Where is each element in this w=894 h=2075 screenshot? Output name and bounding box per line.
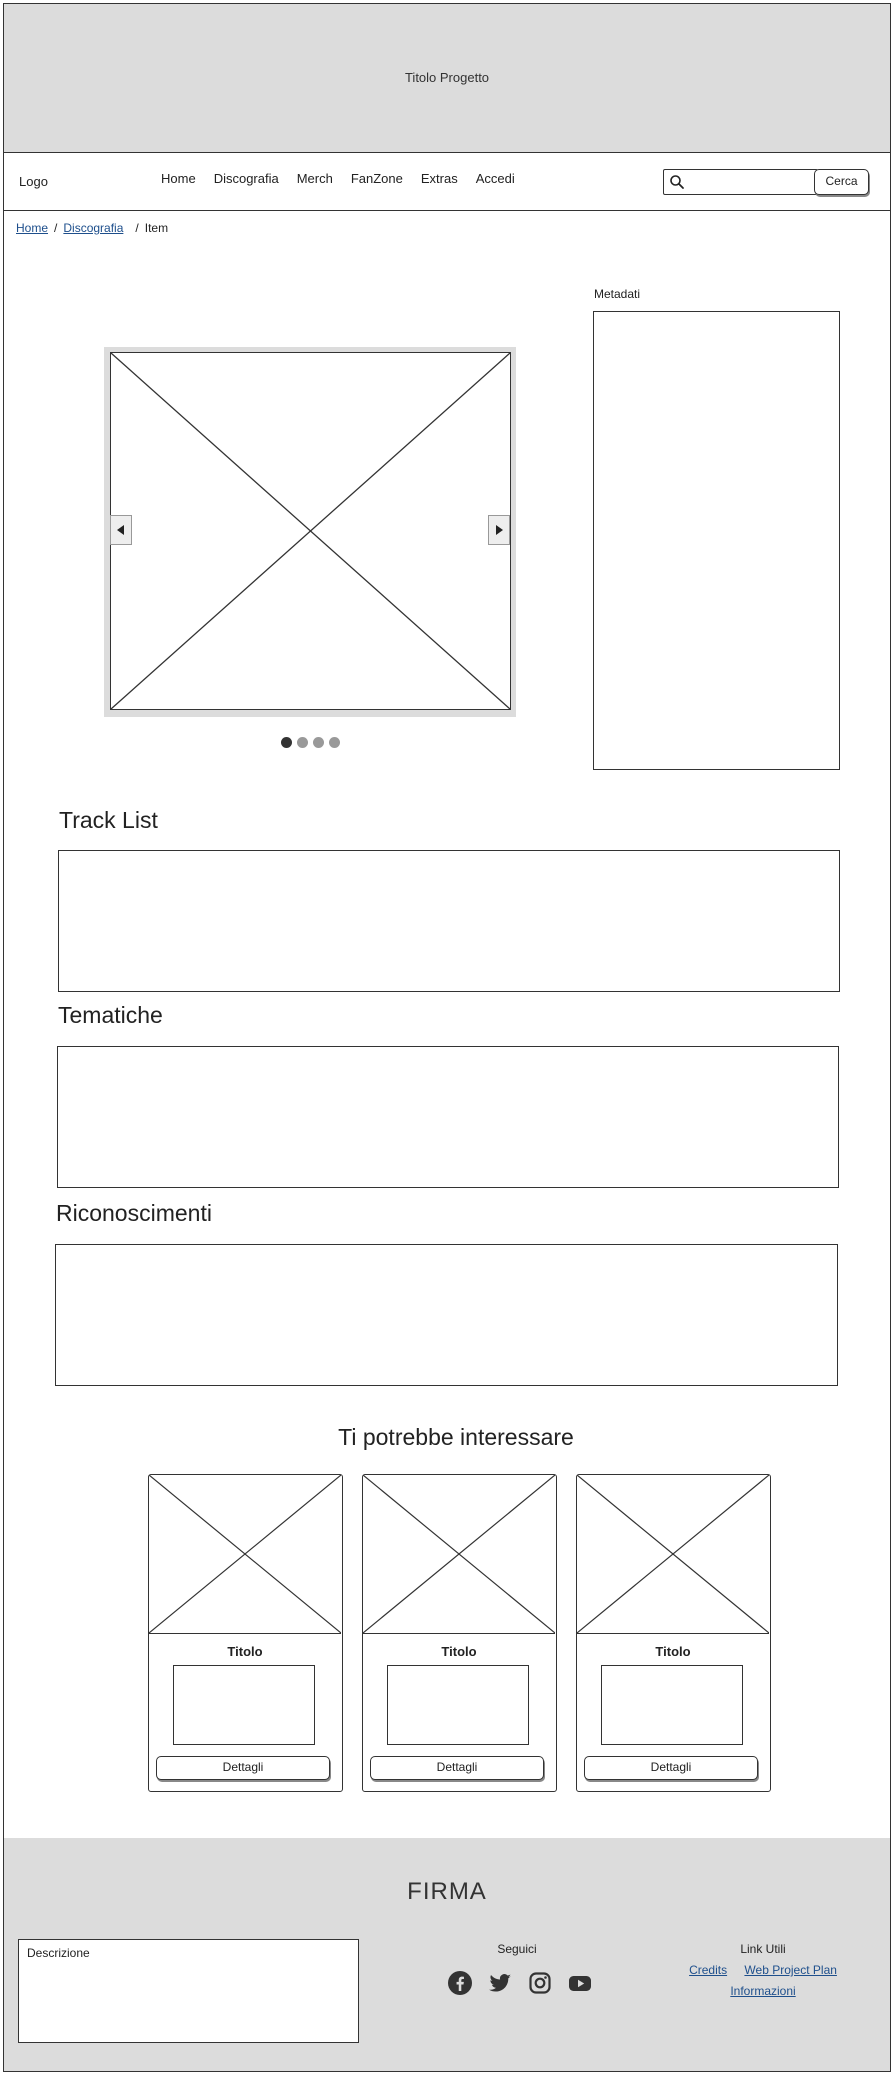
footer-signature: FIRMA xyxy=(407,1878,487,1905)
carousel-prev-button[interactable] xyxy=(110,515,132,545)
breadcrumb-discografia[interactable]: Discografia xyxy=(63,221,123,235)
chevron-left-icon xyxy=(117,525,124,535)
footer-link-credits[interactable]: Credits xyxy=(689,1963,727,1977)
nav-discografia[interactable]: Discografia xyxy=(214,171,279,186)
card-details-button[interactable]: Dettagli xyxy=(584,1756,758,1780)
nav-merch[interactable]: Merch xyxy=(297,171,333,186)
card-title: Titolo xyxy=(227,1644,263,1659)
youtube-icon[interactable] xyxy=(567,1970,593,1996)
card-title: Titolo xyxy=(655,1644,691,1659)
nav-fanzone[interactable]: FanZone xyxy=(351,171,403,186)
chevron-right-icon xyxy=(496,525,503,535)
breadcrumb-home[interactable]: Home xyxy=(16,221,48,235)
breadcrumb: Home / Discografia / Item xyxy=(16,221,168,235)
card-image-placeholder xyxy=(577,1475,769,1634)
carousel-next-button[interactable] xyxy=(488,515,510,545)
carousel-image-placeholder xyxy=(110,352,511,710)
footer-link-informazioni[interactable]: Informazioni xyxy=(730,1984,795,1998)
social-links xyxy=(447,1970,593,1996)
card-title: Titolo xyxy=(441,1644,477,1659)
breadcrumb-current: Item xyxy=(144,221,169,235)
metadata-label: Metadati xyxy=(594,287,641,301)
card-image-placeholder xyxy=(149,1475,341,1634)
header-banner: Titolo Progetto xyxy=(3,3,891,153)
nav-home[interactable]: Home xyxy=(161,171,196,186)
riconoscimenti-title: Riconoscimenti xyxy=(56,1200,212,1226)
navbar: Logo Home Discografia Merch FanZone Extr… xyxy=(3,153,891,211)
carousel-indicators xyxy=(281,737,340,748)
follow-label: Seguici xyxy=(497,1942,537,1956)
card-description xyxy=(387,1665,529,1745)
card-description xyxy=(173,1665,315,1745)
footer: FIRMA Descrizione Seguici Link Utili Cre… xyxy=(3,1838,891,2072)
carousel-dot[interactable] xyxy=(329,737,340,748)
useful-links-title: Link Utili xyxy=(740,1942,786,1956)
footer-links: Credits Web Project Plan xyxy=(658,1963,868,1977)
nav-accedi[interactable]: Accedi xyxy=(476,171,515,186)
nav-extras[interactable]: Extras xyxy=(421,171,458,186)
card-description xyxy=(601,1665,743,1745)
tematiche-title: Tematiche xyxy=(58,1002,163,1028)
facebook-icon[interactable] xyxy=(447,1970,473,1996)
footer-description-box: Descrizione xyxy=(18,1939,359,2043)
card-details-button[interactable]: Dettagli xyxy=(156,1756,330,1780)
riconoscimenti-panel xyxy=(55,1244,838,1386)
nav-links: Home Discografia Merch FanZone Extras Ac… xyxy=(161,171,515,186)
instagram-icon[interactable] xyxy=(527,1970,553,1996)
search-input[interactable] xyxy=(663,169,818,195)
card-image-placeholder xyxy=(363,1475,555,1634)
footer-description-label: Descrizione xyxy=(27,1946,90,1960)
card-details-button[interactable]: Dettagli xyxy=(370,1756,544,1780)
tracklist-panel xyxy=(58,850,840,992)
search-icon xyxy=(670,175,684,189)
footer-links: Informazioni xyxy=(658,1984,868,1998)
recommendation-card: Titolo Dettagli xyxy=(576,1474,771,1792)
carousel-dot[interactable] xyxy=(281,737,292,748)
logo[interactable]: Logo xyxy=(19,174,48,189)
tematiche-panel xyxy=(57,1046,839,1188)
breadcrumb-separator: / xyxy=(54,221,58,235)
tracklist-title: Track List xyxy=(59,807,158,833)
recommendation-card: Titolo Dettagli xyxy=(362,1474,557,1792)
metadata-panel xyxy=(593,311,840,770)
twitter-icon[interactable] xyxy=(487,1970,513,1996)
search-button[interactable]: Cerca xyxy=(814,169,869,195)
project-title: Titolo Progetto xyxy=(404,70,490,85)
recommendations-title: Ti potrebbe interessare xyxy=(338,1424,574,1450)
recommendation-card: Titolo Dettagli xyxy=(148,1474,343,1792)
breadcrumb-separator: / xyxy=(135,221,139,235)
carousel-dot[interactable] xyxy=(313,737,324,748)
carousel-dot[interactable] xyxy=(297,737,308,748)
footer-link-web-project-plan[interactable]: Web Project Plan xyxy=(744,1963,837,1977)
